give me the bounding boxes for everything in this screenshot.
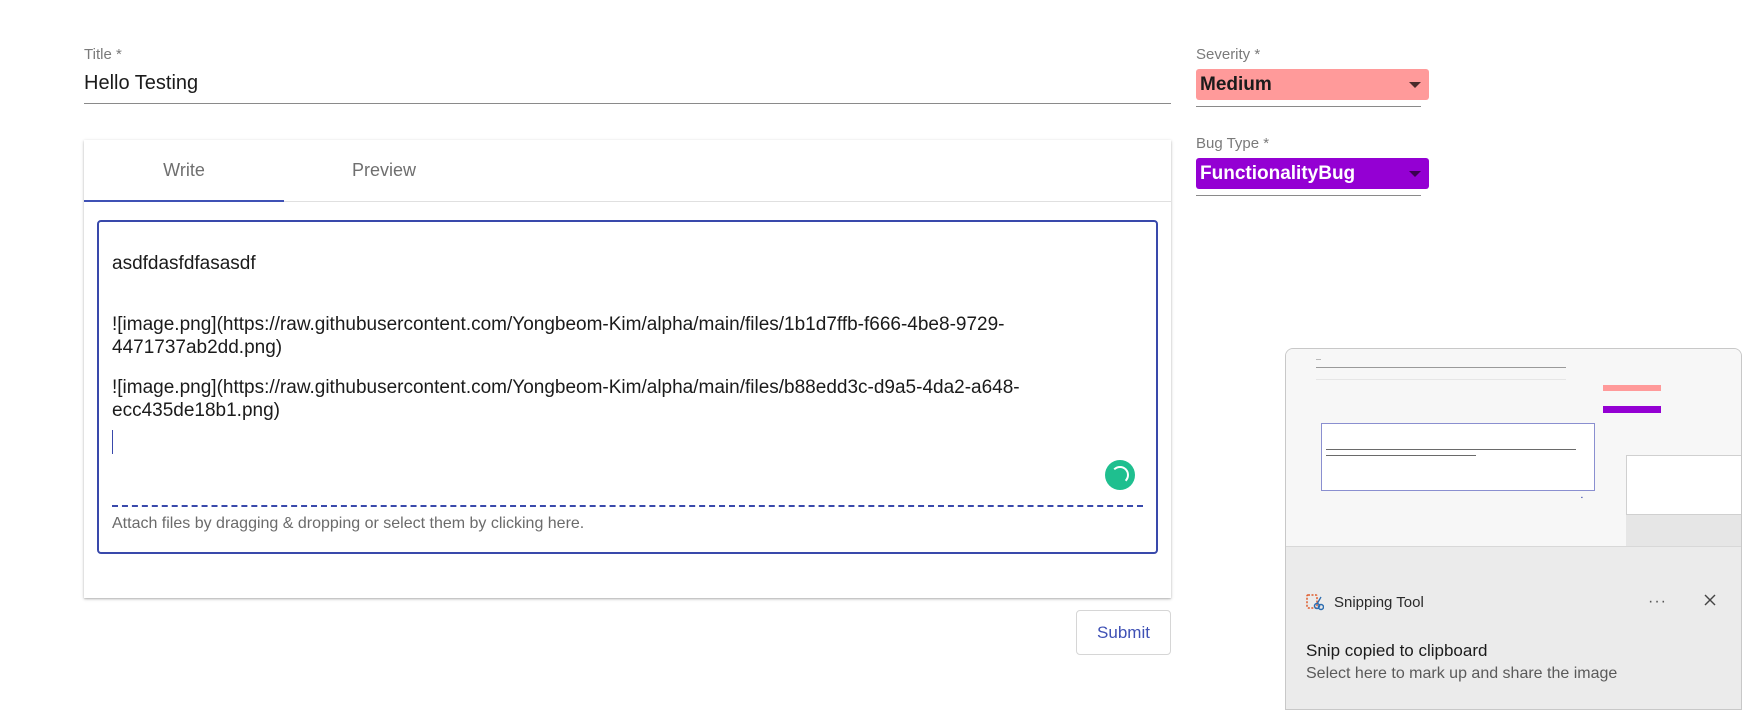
- editor-line: ![image.png](https://raw.githubuserconte…: [112, 314, 1005, 358]
- severity-select[interactable]: Medium: [1196, 69, 1429, 100]
- dropdown-arrow-icon: [1409, 82, 1421, 88]
- submit-button[interactable]: Submit: [1076, 610, 1171, 655]
- title-input[interactable]: Hello Testing: [84, 72, 198, 95]
- scissors-icon: [1306, 593, 1325, 611]
- editor-line: asdfdasfdfasasdf: [112, 253, 256, 274]
- severity-field: Severity * Medium: [1196, 46, 1429, 107]
- snip-thumbnail[interactable]: — ▪: [1286, 349, 1741, 547]
- toast-subtitle: Select here to mark up and share the ima…: [1306, 665, 1618, 682]
- toast-app-name: Snipping Tool: [1334, 593, 1424, 611]
- title-field[interactable]: Title * Hello Testing: [84, 46, 1171, 104]
- bug-type-select[interactable]: FunctionalityBug: [1196, 158, 1429, 189]
- bug-report-page: Title * Hello Testing Write Preview asdf…: [0, 0, 1742, 710]
- loading-spinner-icon: [1105, 460, 1135, 490]
- dropdown-arrow-icon: [1409, 171, 1421, 177]
- close-icon[interactable]: [1700, 590, 1720, 610]
- editor-content[interactable]: asdfdasfdfasasdf ![image.png](https://ra…: [112, 252, 1112, 422]
- attach-files-dropzone[interactable]: Attach files by dragging & dropping or s…: [112, 515, 584, 533]
- markdown-editor[interactable]: asdfdasfdfasasdf ![image.png](https://ra…: [97, 220, 1158, 554]
- bug-type-value: FunctionalityBug: [1200, 162, 1356, 184]
- severity-label: Severity *: [1196, 46, 1261, 63]
- tab-write[interactable]: Write: [84, 140, 284, 201]
- more-options-icon[interactable]: ···: [1648, 593, 1667, 611]
- title-label: Title *: [84, 46, 122, 63]
- severity-underline: [1196, 106, 1421, 107]
- bug-type-underline: [1196, 195, 1421, 196]
- bug-type-field: Bug Type * FunctionalityBug: [1196, 135, 1429, 196]
- toast-title: Snip copied to clipboard: [1306, 641, 1488, 660]
- editor-tabs: Write Preview: [84, 140, 1171, 202]
- text-caret: [112, 430, 113, 454]
- snipping-tool-notification[interactable]: — ▪ Snipping Tool ··· Snip copied to cli…: [1285, 348, 1742, 710]
- severity-value: Medium: [1200, 73, 1272, 95]
- tab-preview[interactable]: Preview: [284, 140, 484, 201]
- dropzone-divider: [112, 505, 1143, 507]
- editor-line: ![image.png](https://raw.githubuserconte…: [112, 377, 1020, 421]
- bug-type-label: Bug Type *: [1196, 135, 1270, 152]
- editor-card: Write Preview asdfdasfdfasasdf ![image.p…: [84, 140, 1171, 598]
- toast-header: Snipping Tool: [1306, 593, 1424, 611]
- active-tab-indicator: [84, 200, 284, 202]
